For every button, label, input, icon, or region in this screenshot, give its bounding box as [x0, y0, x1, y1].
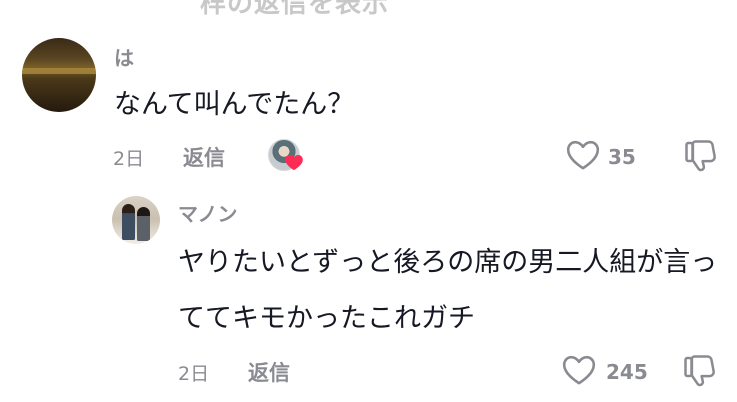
- creator-liked-badge: [268, 139, 304, 173]
- like-count: 35: [608, 145, 636, 169]
- comment-date: 2日: [113, 148, 145, 170]
- like-button[interactable]: [565, 139, 601, 171]
- avatar[interactable]: [112, 196, 160, 244]
- avatar-person-left: [122, 204, 135, 240]
- comment-date: 2日: [178, 363, 210, 385]
- comment-author-name[interactable]: は: [114, 42, 134, 71]
- heart-outline-icon: [562, 355, 596, 385]
- comment-text: なんて叫んでたん？: [114, 89, 355, 120]
- comment-text: ヤりたいとずっと後ろの席の男二人組が言っててキモかったこれガチ: [178, 247, 718, 334]
- heart-filled-icon: [285, 155, 303, 171]
- avatar[interactable]: [22, 38, 96, 112]
- heart-outline-icon: [566, 140, 600, 170]
- like-count: 245: [606, 360, 648, 384]
- avatar-photo-detail: [22, 68, 96, 74]
- reply-button[interactable]: 返信: [248, 357, 290, 387]
- dislike-button[interactable]: [682, 352, 718, 390]
- comment-author-name[interactable]: マノン: [178, 198, 237, 227]
- thumbs-down-icon: [684, 355, 715, 387]
- avatar-person-right: [137, 207, 150, 241]
- hidden-replies-text: 样の返信を表示: [200, 0, 390, 19]
- reply-button[interactable]: 返信: [183, 142, 225, 172]
- thumbs-down-icon: [685, 140, 716, 172]
- dislike-button[interactable]: [683, 137, 719, 175]
- like-button[interactable]: [561, 354, 597, 386]
